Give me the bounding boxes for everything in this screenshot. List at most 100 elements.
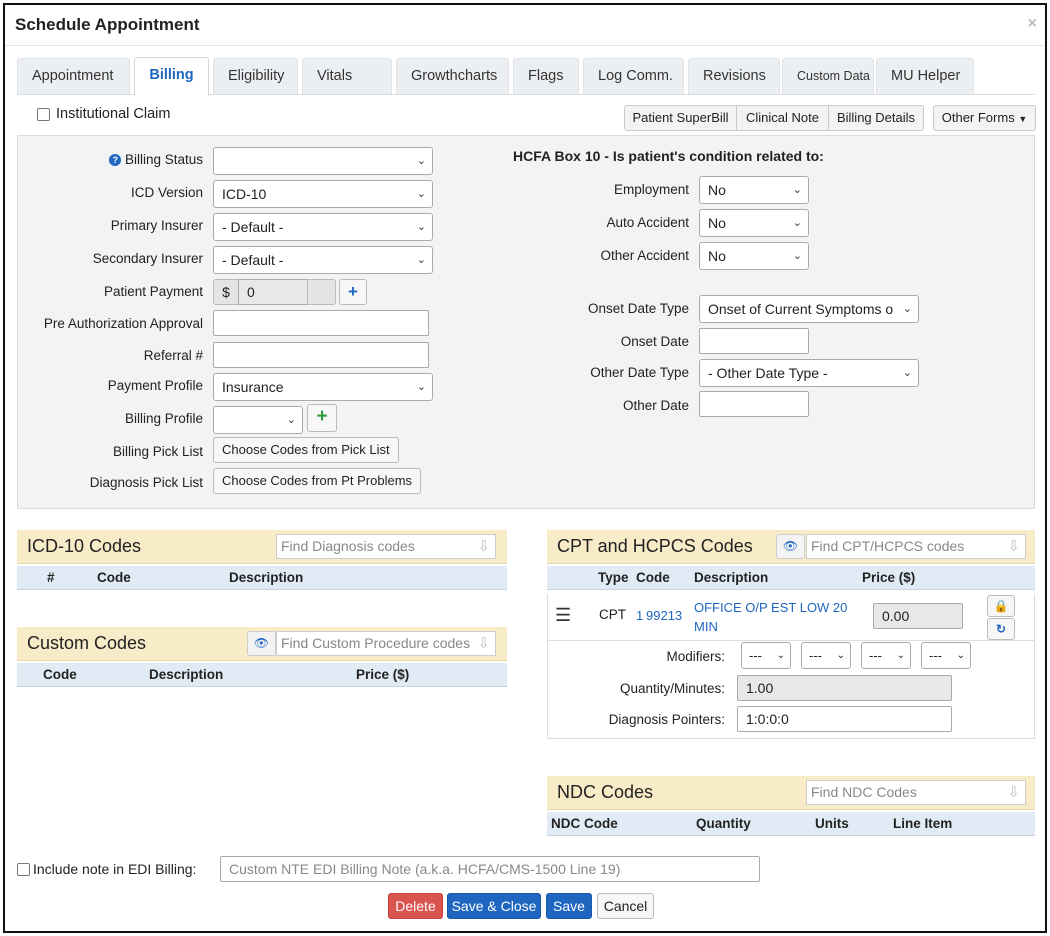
chevron-down-icon: ⌄	[900, 296, 912, 322]
icd-codes-header: ICD-10 Codes Find Diagnosis codes ⇩	[17, 530, 507, 564]
pre-authorization-input[interactable]	[213, 310, 429, 336]
cpt-section-left-border	[547, 594, 548, 739]
close-icon[interactable]: ×	[1028, 15, 1037, 33]
diagnosis-search-input[interactable]: Find Diagnosis codes ⇩	[276, 534, 496, 559]
choose-pt-problems-button[interactable]: Choose Codes from Pt Problems	[213, 468, 422, 494]
save-button[interactable]: Save	[546, 893, 592, 919]
cpt-index: 1	[636, 608, 644, 623]
quantity-label: Quantity/Minutes:	[619, 681, 725, 696]
pre-authorization-label: Pre Authorization Approval	[43, 316, 203, 331]
other-date-type-select[interactable]: - Other Date Type - ⌄	[699, 359, 919, 387]
chevron-down-icon: ⌄	[902, 367, 912, 379]
ndc-codes-title: NDC Codes	[557, 782, 654, 802]
cpt-section-right-border	[1034, 594, 1035, 739]
help-icon[interactable]: ?	[109, 154, 122, 166]
chevron-down-icon: ⌄	[416, 155, 426, 167]
payment-profile-select[interactable]: Insurance ⌄	[213, 373, 433, 401]
delete-button[interactable]: Delete	[388, 893, 443, 919]
clinical-note-button[interactable]: Clinical Note	[736, 105, 829, 131]
title-divider	[5, 45, 1045, 46]
tab-flags[interactable]: Flags	[513, 58, 579, 94]
other-forms-button[interactable]: Other Forms ▼	[933, 105, 1036, 131]
cpt-price-input[interactable]: 0.00	[873, 603, 963, 629]
chevron-down-icon: ⌄	[792, 184, 802, 196]
chevron-down-icon: ⌄	[286, 414, 296, 426]
institutional-claim-checkbox[interactable]	[37, 108, 50, 121]
add-billing-profile-button[interactable]: +	[307, 404, 337, 432]
forms-button-group: Patient SuperBill Clinical Note Billing …	[624, 105, 924, 133]
modifier-select-2[interactable]: --- ⌄	[801, 642, 851, 669]
onset-date-label: Onset Date	[620, 334, 689, 349]
drag-handle-icon[interactable]: ☰	[555, 605, 571, 626]
cpt-section-bottom-border	[547, 738, 1035, 739]
patient-superbill-button[interactable]: Patient SuperBill	[624, 105, 737, 131]
ndc-codes-header: NDC Codes Find NDC Codes ⇩	[547, 776, 1035, 810]
onset-date-input[interactable]	[699, 328, 809, 354]
download-arrow-icon: ⇩	[1007, 538, 1020, 555]
cancel-button[interactable]: Cancel	[597, 893, 654, 919]
ndc-codes-columns: NDC Code Quantity Units Line Item	[547, 812, 1035, 836]
tab-mu-helper[interactable]: MU Helper	[876, 58, 974, 94]
tab-billing[interactable]: Billing	[134, 57, 209, 96]
other-forms-label: Other Forms	[941, 110, 1015, 125]
billing-profile-select[interactable]: ⌄	[213, 406, 303, 434]
primary-insurer-select[interactable]: - Default - ⌄	[213, 213, 433, 241]
tab-log-comm[interactable]: Log Comm.	[583, 58, 684, 94]
other-accident-select[interactable]: No ⌄	[699, 242, 809, 270]
custom-procedure-search-input[interactable]: Find Custom Procedure codes ⇩	[276, 631, 496, 656]
chevron-down-icon: ⌄	[776, 650, 785, 661]
secondary-insurer-label: Secondary Insurer	[92, 251, 203, 266]
caret-down-icon: ▼	[1018, 114, 1028, 124]
tab-vitals[interactable]: Vitals	[302, 58, 392, 94]
billing-status-select[interactable]: ⌄	[213, 147, 433, 175]
modifier-select-3[interactable]: --- ⌄	[861, 642, 911, 669]
tab-growthcharts[interactable]: Growthcharts	[396, 58, 509, 94]
modifier-select-4[interactable]: --- ⌄	[921, 642, 971, 669]
cpt-code-link[interactable]: 99213	[646, 608, 682, 623]
employment-select[interactable]: No ⌄	[699, 176, 809, 204]
diagnosis-pointers-input[interactable]: 1:0:0:0	[737, 706, 952, 732]
billing-details-button[interactable]: Billing Details	[828, 105, 924, 131]
chevron-down-icon: ⌄	[416, 381, 426, 393]
billing-profile-label: Billing Profile	[124, 411, 203, 426]
chevron-down-icon: ⌄	[896, 650, 905, 661]
choose-pick-list-button[interactable]: Choose Codes from Pick List	[213, 437, 399, 463]
eye-icon[interactable]: 👁	[247, 631, 276, 656]
eye-icon[interactable]: 👁	[776, 534, 805, 559]
tab-revisions[interactable]: Revisions	[688, 58, 780, 94]
cpt-description-link[interactable]: OFFICE O/P EST LOW 20 MIN	[694, 598, 854, 636]
cpt-codes-columns: Type Code Description Price ($)	[547, 566, 1035, 590]
edi-note-input[interactable]: Custom NTE EDI Billing Note (a.k.a. HCFA…	[220, 856, 760, 882]
billing-pick-list-label: Billing Pick List	[112, 444, 203, 459]
icd-version-select[interactable]: ICD-10 ⌄	[213, 180, 433, 208]
tab-eligibility[interactable]: Eligibility	[213, 58, 298, 94]
auto-accident-select[interactable]: No ⌄	[699, 209, 809, 237]
save-close-button[interactable]: Save & Close	[447, 893, 541, 919]
plus-icon: +	[316, 406, 328, 427]
include-edi-note-checkbox[interactable]	[17, 863, 30, 876]
secondary-insurer-select[interactable]: - Default - ⌄	[213, 246, 433, 274]
primary-insurer-label: Primary Insurer	[110, 218, 203, 233]
onset-date-type-select[interactable]: Onset of Current Symptoms o ⌄	[699, 295, 919, 323]
modifier-select-1[interactable]: --- ⌄	[741, 642, 791, 669]
other-date-label: Other Date	[622, 398, 689, 413]
cpt-search-input[interactable]: Find CPT/HCPCS codes ⇩	[806, 534, 1026, 559]
cpt-codes-header: CPT and HCPCS Codes 👁 Find CPT/HCPCS cod…	[547, 530, 1035, 564]
refresh-icon[interactable]: ↻	[987, 618, 1015, 640]
patient-payment-label: Patient Payment	[103, 284, 203, 299]
lock-icon[interactable]: 🔒	[987, 595, 1015, 617]
diagnosis-pick-list-label: Diagnosis Pick List	[89, 475, 203, 490]
patient-payment-input[interactable]: 0	[238, 279, 308, 305]
referral-input[interactable]	[213, 342, 429, 368]
other-date-input[interactable]	[699, 391, 809, 417]
include-edi-note-label: Include note in EDI Billing:	[33, 861, 197, 877]
tab-appointment[interactable]: Appointment	[17, 58, 130, 94]
ndc-search-input[interactable]: Find NDC Codes ⇩	[806, 780, 1026, 805]
currency-addon: $	[213, 279, 239, 305]
tab-custom-data[interactable]: Custom Data	[782, 58, 874, 94]
icd-codes-columns: # Code Description	[17, 566, 507, 590]
quantity-input[interactable]: 1.00	[737, 675, 952, 701]
add-payment-button[interactable]: +	[339, 279, 367, 305]
hcfa-heading: HCFA Box 10 - Is patient's condition rel…	[513, 148, 824, 164]
dialog-title: Schedule Appointment	[15, 15, 200, 34]
